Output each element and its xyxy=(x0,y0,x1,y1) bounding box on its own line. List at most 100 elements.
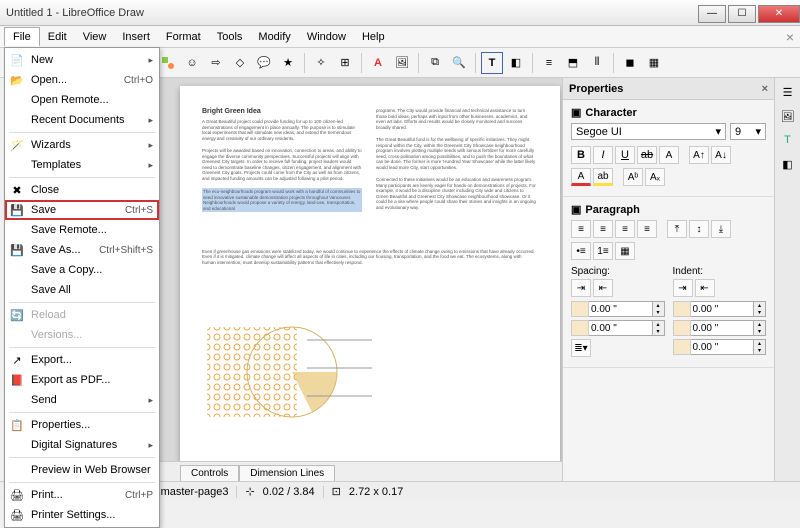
align-justify-button[interactable]: ≡ xyxy=(637,220,657,238)
menu-send[interactable]: Send▸ xyxy=(5,390,159,410)
tool-flowchart-icon[interactable]: ◇ xyxy=(229,52,251,74)
menu-save[interactable]: 💾SaveCtrl+S xyxy=(5,200,159,220)
inc-spacing-button[interactable]: ⇥ xyxy=(571,279,591,297)
styles-tab-icon[interactable]: ◧ xyxy=(778,154,798,174)
tool-align-icon[interactable]: ≡ xyxy=(538,52,560,74)
tool-glue-icon[interactable]: ⊞ xyxy=(334,52,356,74)
tool-filter-icon[interactable]: ▦ xyxy=(643,52,665,74)
line-spacing-button[interactable]: ≣▾ xyxy=(571,339,591,357)
menu-preview-browser[interactable]: Preview in Web Browser xyxy=(5,460,159,480)
indent-after-input[interactable] xyxy=(691,320,755,336)
highlight-button[interactable]: ab xyxy=(593,168,613,186)
menu-tools[interactable]: Tools xyxy=(209,28,251,46)
menu-templates[interactable]: Templates▸ xyxy=(5,155,159,175)
close-button[interactable]: ✕ xyxy=(758,5,800,23)
menu-open-remote[interactable]: Open Remote... xyxy=(5,90,159,110)
spacing-above-input[interactable] xyxy=(589,301,653,317)
underline-button[interactable]: U xyxy=(615,146,635,164)
maximize-button[interactable]: ☐ xyxy=(728,5,756,23)
menu-dig-sig[interactable]: Digital Signatures▸ xyxy=(5,435,159,455)
file-menu-dropdown: 📄New▸ 📂Open...Ctrl+O Open Remote... Rece… xyxy=(4,47,160,528)
navigator-tab-icon[interactable]: T xyxy=(778,130,798,150)
canvas[interactable]: Bright Green Idea A Great Beautiful proj… xyxy=(160,78,562,481)
menu-file[interactable]: File xyxy=(4,27,40,46)
increase-size-button[interactable]: A↑ xyxy=(689,146,709,164)
tool-shapes-icon[interactable] xyxy=(157,52,179,74)
properties-tab-icon[interactable]: ☰ xyxy=(778,82,798,102)
menu-reload[interactable]: 🔄Reload xyxy=(5,305,159,325)
menu-wizards[interactable]: 🪄Wizards▸ xyxy=(5,135,159,155)
tab-controls[interactable]: Controls xyxy=(180,465,239,481)
minimize-button[interactable]: — xyxy=(698,5,726,23)
dec-spacing-button[interactable]: ⇤ xyxy=(593,279,613,297)
menu-properties[interactable]: 📋Properties... xyxy=(5,415,159,435)
tool-crop-icon[interactable]: ⧉ xyxy=(424,52,446,74)
tool-arrange-icon[interactable]: ⬒ xyxy=(562,52,584,74)
indent-before-input[interactable] xyxy=(691,301,755,317)
tool-symbols-icon[interactable]: ☺ xyxy=(181,52,203,74)
menu-help[interactable]: Help xyxy=(354,28,393,46)
menu-export[interactable]: ↗Export... xyxy=(5,350,159,370)
font-color-button[interactable]: A xyxy=(571,168,591,186)
menu-versions[interactable]: Versions... xyxy=(5,325,159,345)
tool-image-icon[interactable]: 🖼 xyxy=(391,52,413,74)
bullets-button[interactable]: •≡ xyxy=(571,242,591,260)
menu-open[interactable]: 📂Open...Ctrl+O xyxy=(5,70,159,90)
align-center-button[interactable]: ≡ xyxy=(593,220,613,238)
numbering-button[interactable]: 1≡ xyxy=(593,242,613,260)
panel-close-icon[interactable]: × xyxy=(762,83,768,95)
indent-first-input[interactable] xyxy=(691,339,755,355)
valign-mid-button[interactable]: ↕ xyxy=(689,220,709,238)
align-left-button[interactable]: ≡ xyxy=(571,220,591,238)
font-name-select[interactable]: Segoe UI▾ xyxy=(571,123,726,140)
menu-save-all[interactable]: Save All xyxy=(5,280,159,300)
menu-new[interactable]: 📄New▸ xyxy=(5,50,159,70)
tool-text-icon[interactable]: T xyxy=(481,52,503,74)
close-doc-icon[interactable]: × xyxy=(786,29,794,45)
menu-close[interactable]: ✖Close xyxy=(5,180,159,200)
strike-button[interactable]: ab xyxy=(637,146,657,164)
menu-save-copy[interactable]: Save a Copy... xyxy=(5,260,159,280)
reload-icon: 🔄 xyxy=(9,307,25,323)
menu-print[interactable]: 🖨Print...Ctrl+P xyxy=(5,485,159,505)
menu-save-as[interactable]: 💾Save As...Ctrl+Shift+S xyxy=(5,240,159,260)
open-icon: 📂 xyxy=(9,72,25,88)
menu-save-remote[interactable]: Save Remote... xyxy=(5,220,159,240)
decrease-size-button[interactable]: A↓ xyxy=(711,146,731,164)
menu-modify[interactable]: Modify xyxy=(250,28,298,46)
spacing-below-input[interactable] xyxy=(589,320,653,336)
subscript-button[interactable]: Aₓ xyxy=(645,168,665,186)
menu-edit[interactable]: Edit xyxy=(40,28,75,46)
expand-icon[interactable]: ▣ xyxy=(571,203,581,216)
tool-arrows-icon[interactable]: ⇨ xyxy=(205,52,227,74)
expand-icon[interactable]: ▣ xyxy=(571,106,581,119)
tool-3d-icon[interactable]: ◧ xyxy=(505,52,527,74)
bgcolor-button[interactable]: ▦ xyxy=(615,242,635,260)
dec-indent-button[interactable]: ⇤ xyxy=(695,279,715,297)
tool-points-icon[interactable]: ✧ xyxy=(310,52,332,74)
tool-shadow-icon[interactable]: ◼ xyxy=(619,52,641,74)
tool-fontwork-icon[interactable]: A xyxy=(367,52,389,74)
valign-bot-button[interactable]: ⤓ xyxy=(711,220,731,238)
menu-insert[interactable]: Insert xyxy=(114,28,158,46)
tool-star-icon[interactable]: ★ xyxy=(277,52,299,74)
bold-button[interactable]: B xyxy=(571,146,591,164)
inc-indent-button[interactable]: ⇥ xyxy=(673,279,693,297)
superscript-button[interactable]: Aᵇ xyxy=(623,168,643,186)
menu-window[interactable]: Window xyxy=(299,28,354,46)
menu-printer-settings[interactable]: 🖨Printer Settings... xyxy=(5,505,159,525)
italic-button[interactable]: I xyxy=(593,146,613,164)
shadow-button[interactable]: A xyxy=(659,146,679,164)
menu-format[interactable]: Format xyxy=(158,28,209,46)
tool-distribute-icon[interactable]: ⫴ xyxy=(586,52,608,74)
font-size-select[interactable]: 9▾ xyxy=(730,123,766,140)
menu-view[interactable]: View xyxy=(75,28,115,46)
tool-zoom-icon[interactable]: 🔍 xyxy=(448,52,470,74)
gallery-tab-icon[interactable]: 🖼 xyxy=(778,106,798,126)
valign-top-button[interactable]: ⤒ xyxy=(667,220,687,238)
tool-callout-icon[interactable]: 💬 xyxy=(253,52,275,74)
align-right-button[interactable]: ≡ xyxy=(615,220,635,238)
menu-recent[interactable]: Recent Documents▸ xyxy=(5,110,159,130)
tab-dimension-lines[interactable]: Dimension Lines xyxy=(239,465,335,481)
menu-export-pdf[interactable]: 📕Export as PDF... xyxy=(5,370,159,390)
